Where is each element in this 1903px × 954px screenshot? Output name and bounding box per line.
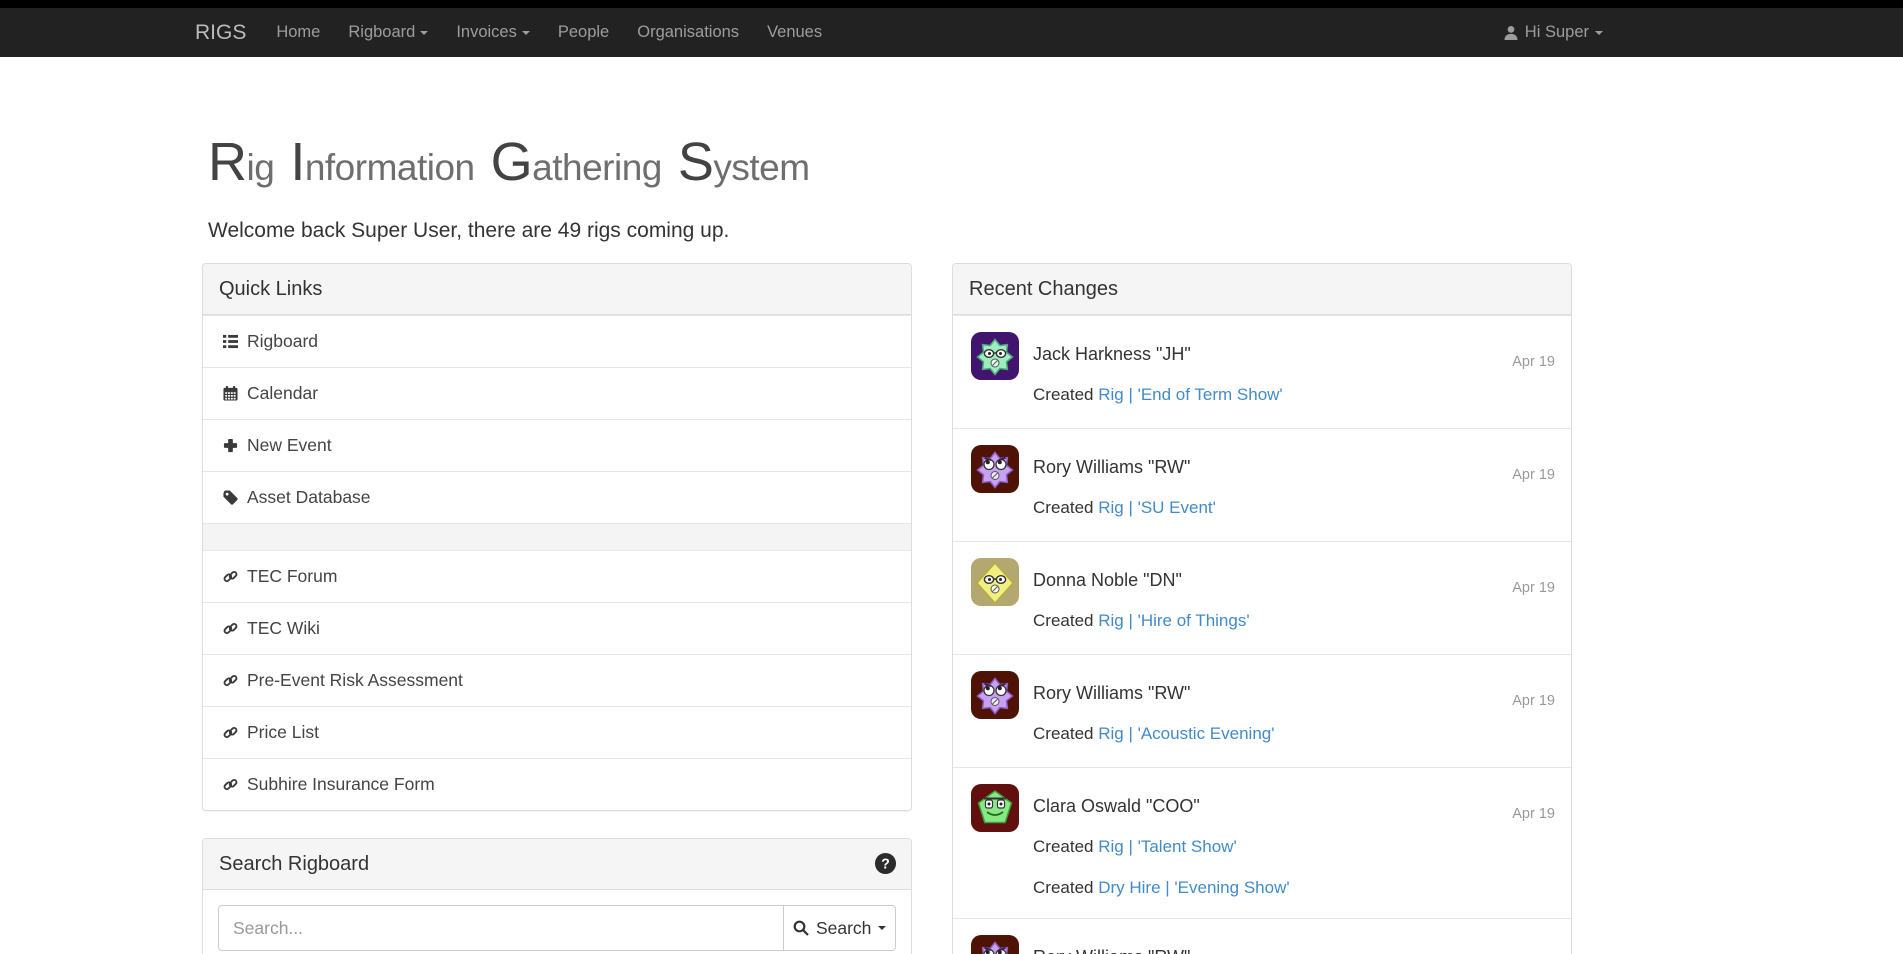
avatar [971, 445, 1019, 493]
change-date: Apr 19 [1512, 467, 1555, 483]
link-icon [223, 777, 238, 792]
link-icon [223, 725, 238, 740]
page-title: RigInformationGatheringSystem [208, 135, 1903, 189]
person-name: Rory Williams "RW" [1033, 683, 1555, 704]
quick-link-new-event[interactable]: New Event [203, 419, 911, 471]
nav-item-people[interactable]: People [544, 8, 623, 57]
nav-item-home[interactable]: Home [262, 8, 334, 57]
page-content: RigInformationGatheringSystem Welcome ba… [0, 135, 1903, 954]
list-icon [223, 334, 238, 349]
tag-icon [223, 490, 238, 505]
link-icon [223, 673, 238, 688]
link-icon [223, 621, 238, 636]
avatar [971, 332, 1019, 380]
search-rigboard-panel: Search Rigboard ? Search [202, 838, 912, 954]
change-link[interactable]: Rig | 'SU Event' [1098, 498, 1216, 517]
avatar [971, 784, 1019, 832]
user-greeting: Hi Super [1525, 23, 1589, 42]
person-name: Clara Oswald "COO" [1033, 796, 1555, 817]
quick-link-subhire-insurance-form[interactable]: Subhire Insurance Form [203, 758, 911, 810]
change-date: Apr 19 [1512, 693, 1555, 709]
quick-link-tec-wiki[interactable]: TEC Wiki [203, 602, 911, 654]
change-link[interactable]: Rig | 'Hire of Things' [1098, 611, 1249, 630]
user-icon [1503, 25, 1519, 41]
brand-link[interactable]: RIGS [195, 21, 246, 45]
recent-change-row: Apr 19 Clara Oswald "COO" Created Rig | … [953, 767, 1571, 918]
recent-change-row: Apr 19 Jack Harkness "JH" Created Rig | … [953, 315, 1571, 428]
quick-link-asset-database[interactable]: Asset Database [203, 471, 911, 523]
chevron-down-icon [522, 31, 530, 35]
welcome-message: Welcome back Super User, there are 49 ri… [208, 219, 1903, 243]
user-menu[interactable]: Hi Super [1503, 8, 1603, 57]
chevron-down-icon [878, 926, 886, 930]
calendar-icon [223, 386, 238, 401]
search-button[interactable]: Search [784, 905, 896, 951]
recent-changes-panel: Recent Changes Apr 19 Jack Harkness "JH"… [952, 263, 1572, 954]
navbar: RIGS Home Rigboard Invoices People Organ… [0, 8, 1903, 57]
svg-text:?: ? [881, 856, 890, 872]
avatar [971, 558, 1019, 606]
quick-links-separator [203, 523, 911, 550]
quick-links-panel: Quick Links Rigboard [202, 263, 912, 811]
avatar [971, 671, 1019, 719]
recent-change-row: Apr 19 Rory Williams "RW" [953, 918, 1571, 954]
quick-links-title: Quick Links [203, 264, 911, 315]
action-verb: Created [1033, 385, 1093, 404]
change-date: Apr 19 [1512, 354, 1555, 370]
quick-link-tec-forum[interactable]: TEC Forum [203, 550, 911, 602]
person-name: Rory Williams "RW" [1033, 947, 1555, 954]
change-link[interactable]: Rig | 'End of Term Show' [1098, 385, 1282, 404]
nav-item-organisations[interactable]: Organisations [623, 8, 753, 57]
search-rigboard-title: Search Rigboard [219, 853, 369, 875]
search-input[interactable] [218, 905, 784, 951]
quick-link-calendar[interactable]: Calendar [203, 367, 911, 419]
window-top-strip [0, 0, 1903, 8]
change-date: Apr 19 [1512, 580, 1555, 596]
chevron-down-icon [420, 31, 428, 35]
recent-change-row: Apr 19 Rory Williams "RW" Created Rig | … [953, 654, 1571, 767]
recent-changes-title: Recent Changes [953, 264, 1571, 315]
link-icon [223, 569, 238, 584]
quick-link-price-list[interactable]: Price List [203, 706, 911, 758]
action-verb: Created [1033, 611, 1093, 630]
change-link[interactable]: Dry Hire | 'Evening Show' [1098, 878, 1289, 897]
recent-change-row: Apr 19 Donna Noble "DN" Created Rig | 'H… [953, 541, 1571, 654]
search-icon [793, 920, 809, 936]
main-nav: Home Rigboard Invoices People Organisati… [262, 8, 836, 57]
nav-item-rigboard[interactable]: Rigboard [334, 8, 442, 57]
action-verb: Created [1033, 837, 1093, 856]
recent-change-row: Apr 19 Rory Williams "RW" Created Rig | … [953, 428, 1571, 541]
avatar [971, 935, 1019, 954]
nav-item-invoices[interactable]: Invoices [442, 8, 544, 57]
action-verb: Created [1033, 878, 1093, 897]
chevron-down-icon [1595, 31, 1603, 35]
change-date: Apr 19 [1512, 806, 1555, 822]
person-name: Rory Williams "RW" [1033, 457, 1555, 478]
change-link[interactable]: Rig | 'Talent Show' [1098, 837, 1236, 856]
help-icon[interactable]: ? [874, 852, 897, 875]
action-verb: Created [1033, 724, 1093, 743]
action-verb: Created [1033, 498, 1093, 517]
plus-icon [223, 438, 238, 453]
person-name: Jack Harkness "JH" [1033, 344, 1555, 365]
quick-link-rigboard[interactable]: Rigboard [203, 315, 911, 367]
quick-link-pre-event-risk-assessment[interactable]: Pre-Event Risk Assessment [203, 654, 911, 706]
nav-item-venues[interactable]: Venues [753, 8, 836, 57]
change-link[interactable]: Rig | 'Acoustic Evening' [1098, 724, 1274, 743]
person-name: Donna Noble "DN" [1033, 570, 1555, 591]
